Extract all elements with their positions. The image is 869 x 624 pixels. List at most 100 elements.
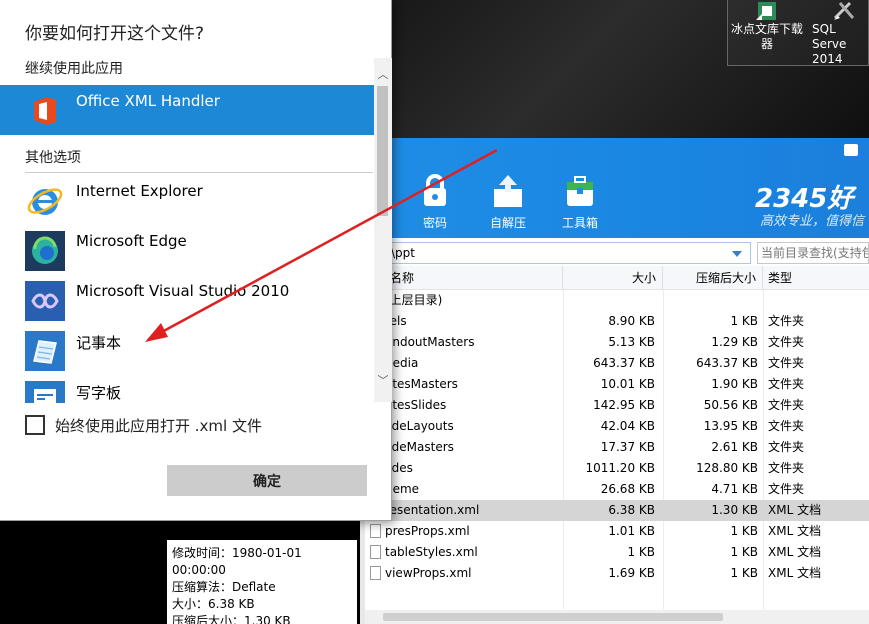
- table-row[interactable]: nedia 643.37 KB 643.37 KB 文件夹: [360, 353, 869, 374]
- cell-size: 8.90 KB: [608, 314, 655, 328]
- cell-name: andoutMasters: [385, 335, 475, 349]
- scroll-down-icon[interactable]: ﹀: [374, 372, 392, 390]
- table-row[interactable]: presProps.xml 1.01 KB 1 KB XML 文档: [360, 521, 869, 542]
- column-type[interactable]: 类型: [763, 266, 869, 290]
- compressor-window: 密码 自解压 工具箱 2345好 高效专业，值得信 \ppt 当前目录查找(支持…: [360, 138, 869, 624]
- chevron-down-icon[interactable]: [732, 251, 742, 257]
- table-row[interactable]: viewProps.xml 1.69 KB 1 KB XML 文档: [360, 563, 869, 584]
- table-header: 名称 大小 压缩后大小 类型: [360, 266, 869, 290]
- table-row[interactable]: neme 26.68 KB 4.71 KB 文件夹: [360, 479, 869, 500]
- app-option-notepad[interactable]: 记事本: [0, 325, 374, 375]
- cell-name: (上层目录): [385, 293, 443, 307]
- cell-type: 文件夹: [768, 398, 805, 412]
- cell-size: 17.37 KB: [600, 440, 655, 454]
- table-row[interactable]: otesMasters 10.01 KB 1.90 KB 文件夹: [360, 374, 869, 395]
- address-bar[interactable]: \ppt: [360, 242, 751, 264]
- horizontal-scrollbar[interactable]: [365, 610, 869, 624]
- cell-size: 1.01 KB: [608, 524, 655, 538]
- office-icon: [25, 91, 65, 131]
- column-compressed[interactable]: 压缩后大小: [663, 266, 763, 290]
- feedback-icon[interactable]: [844, 144, 858, 156]
- table-row[interactable]: rels 8.90 KB 1 KB 文件夹: [360, 311, 869, 332]
- cell-name: neme: [385, 482, 420, 496]
- app-option-edge[interactable]: Microsoft Edge: [0, 225, 374, 275]
- table-row[interactable]: lides 1011.20 KB 128.80 KB 文件夹: [360, 458, 869, 479]
- cell-name: rels: [385, 314, 407, 328]
- app-option-internet-explorer[interactable]: Internet Explorer: [0, 175, 374, 225]
- dialog-title: 你要如何打开这个文件?: [25, 24, 205, 44]
- info-method: 压缩算法：Deflate: [172, 580, 276, 594]
- xml-file-icon: [370, 524, 381, 538]
- desktop-icon-bingdian[interactable]: 冰点文库下载 器: [730, 0, 804, 64]
- cell-compressed: 1.90 KB: [711, 377, 758, 391]
- info-modified: 修改时间：1980-01-01 00:00:00: [172, 546, 302, 577]
- cell-name: resentation.xml: [385, 503, 480, 517]
- cell-type: 文件夹: [768, 335, 805, 349]
- table-row[interactable]: lideLayouts 42.04 KB 13.95 KB 文件夹: [360, 416, 869, 437]
- cell-compressed: 1.29 KB: [711, 335, 758, 349]
- table-row[interactable]: (上层目录): [360, 290, 869, 311]
- cell-size: 142.95 KB: [593, 398, 655, 412]
- toolbar-password-button[interactable]: 密码: [405, 172, 465, 231]
- notepad-icon: [25, 331, 65, 371]
- cell-compressed: 2.61 KB: [711, 440, 758, 454]
- box-upload-icon: [489, 172, 527, 210]
- toolbar-banner: 密码 自解压 工具箱 2345好 高效专业，值得信: [360, 138, 869, 238]
- cell-compressed: 1.30 KB: [711, 503, 758, 517]
- cell-type: 文件夹: [768, 440, 805, 454]
- cell-name: presProps.xml: [385, 524, 470, 538]
- table-row[interactable]: tableStyles.xml 1 KB 1 KB XML 文档: [360, 542, 869, 563]
- bingdian-app-icon: [754, 0, 780, 22]
- app-option-office-xml-handler[interactable]: Office XML Handler: [0, 85, 374, 135]
- cell-type: XML 文档: [768, 566, 822, 580]
- app-option-label: 记事本: [76, 334, 122, 352]
- open-with-dialog: 你要如何打开这个文件? 继续使用此应用 Office XML Handler 其…: [0, 0, 392, 521]
- cell-compressed: 1 KB: [730, 524, 758, 538]
- table-row[interactable]: otesSlides 142.95 KB 50.56 KB 文件夹: [360, 395, 869, 416]
- file-info-panel: 修改时间：1980-01-01 00:00:00 压缩算法：Deflate 大小…: [167, 540, 357, 624]
- visual-studio-icon: [25, 281, 65, 321]
- cell-name: tableStyles.xml: [385, 545, 478, 559]
- app-option-label: 写字板: [76, 384, 122, 402]
- cell-compressed: 1 KB: [730, 545, 758, 559]
- app-option-label: Internet Explorer: [76, 182, 203, 200]
- desktop-icon-label: SQL Serve: [812, 22, 847, 51]
- panel-divider: [360, 520, 365, 624]
- desktop-icon-sqlserver[interactable]: SQL Serve 2014 Mana: [804, 0, 869, 64]
- cell-size: 643.37 KB: [593, 356, 655, 370]
- ok-button[interactable]: 确定: [167, 465, 367, 496]
- cell-size: 6.38 KB: [608, 503, 655, 517]
- xml-file-icon: [370, 545, 381, 559]
- cell-size: 5.13 KB: [608, 335, 655, 349]
- cell-name: viewProps.xml: [385, 566, 472, 580]
- xml-file-icon: [370, 566, 381, 580]
- table-row[interactable]: resentation.xml 6.38 KB 1.30 KB XML 文档: [360, 500, 869, 521]
- always-use-checkbox[interactable]: [25, 415, 45, 435]
- info-size: 大小：6.38 KB: [172, 597, 255, 611]
- cell-size: 42.04 KB: [600, 419, 655, 433]
- cell-type: 文件夹: [768, 314, 805, 328]
- toolbar-selfextract-button[interactable]: 自解压: [478, 172, 538, 231]
- scrollbar-thumb[interactable]: [377, 86, 388, 216]
- dialog-scrollbar[interactable]: ︿ ﹀: [374, 58, 392, 402]
- cell-type: 文件夹: [768, 482, 805, 496]
- desktop-icon-area: 冰点文库下载 器 SQL Serve 2014 Mana: [727, 0, 869, 66]
- table-row[interactable]: lideMasters 17.37 KB 2.61 KB 文件夹: [360, 437, 869, 458]
- cell-type: 文件夹: [768, 461, 805, 475]
- scroll-up-icon[interactable]: ︿: [374, 66, 392, 84]
- cell-type: XML 文档: [768, 503, 822, 517]
- toolbar-label: 密码: [422, 216, 447, 230]
- internet-explorer-icon: [25, 181, 65, 221]
- scrollbar-thumb[interactable]: [383, 613, 723, 621]
- wordpad-icon: [25, 381, 65, 403]
- toolbar-label: 工具箱: [561, 216, 598, 230]
- lock-icon: [416, 172, 454, 210]
- app-option-wordpad[interactable]: 写字板: [0, 375, 374, 403]
- toolbar-toolbox-button[interactable]: 工具箱: [550, 172, 610, 231]
- column-size[interactable]: 大小: [563, 266, 663, 290]
- app-option-label: Microsoft Edge: [76, 232, 187, 250]
- table-row[interactable]: andoutMasters 5.13 KB 1.29 KB 文件夹: [360, 332, 869, 353]
- app-option-visual-studio[interactable]: Microsoft Visual Studio 2010: [0, 275, 374, 325]
- address-value: \ppt: [391, 246, 415, 260]
- search-input[interactable]: 当前目录查找(支持包: [757, 242, 869, 264]
